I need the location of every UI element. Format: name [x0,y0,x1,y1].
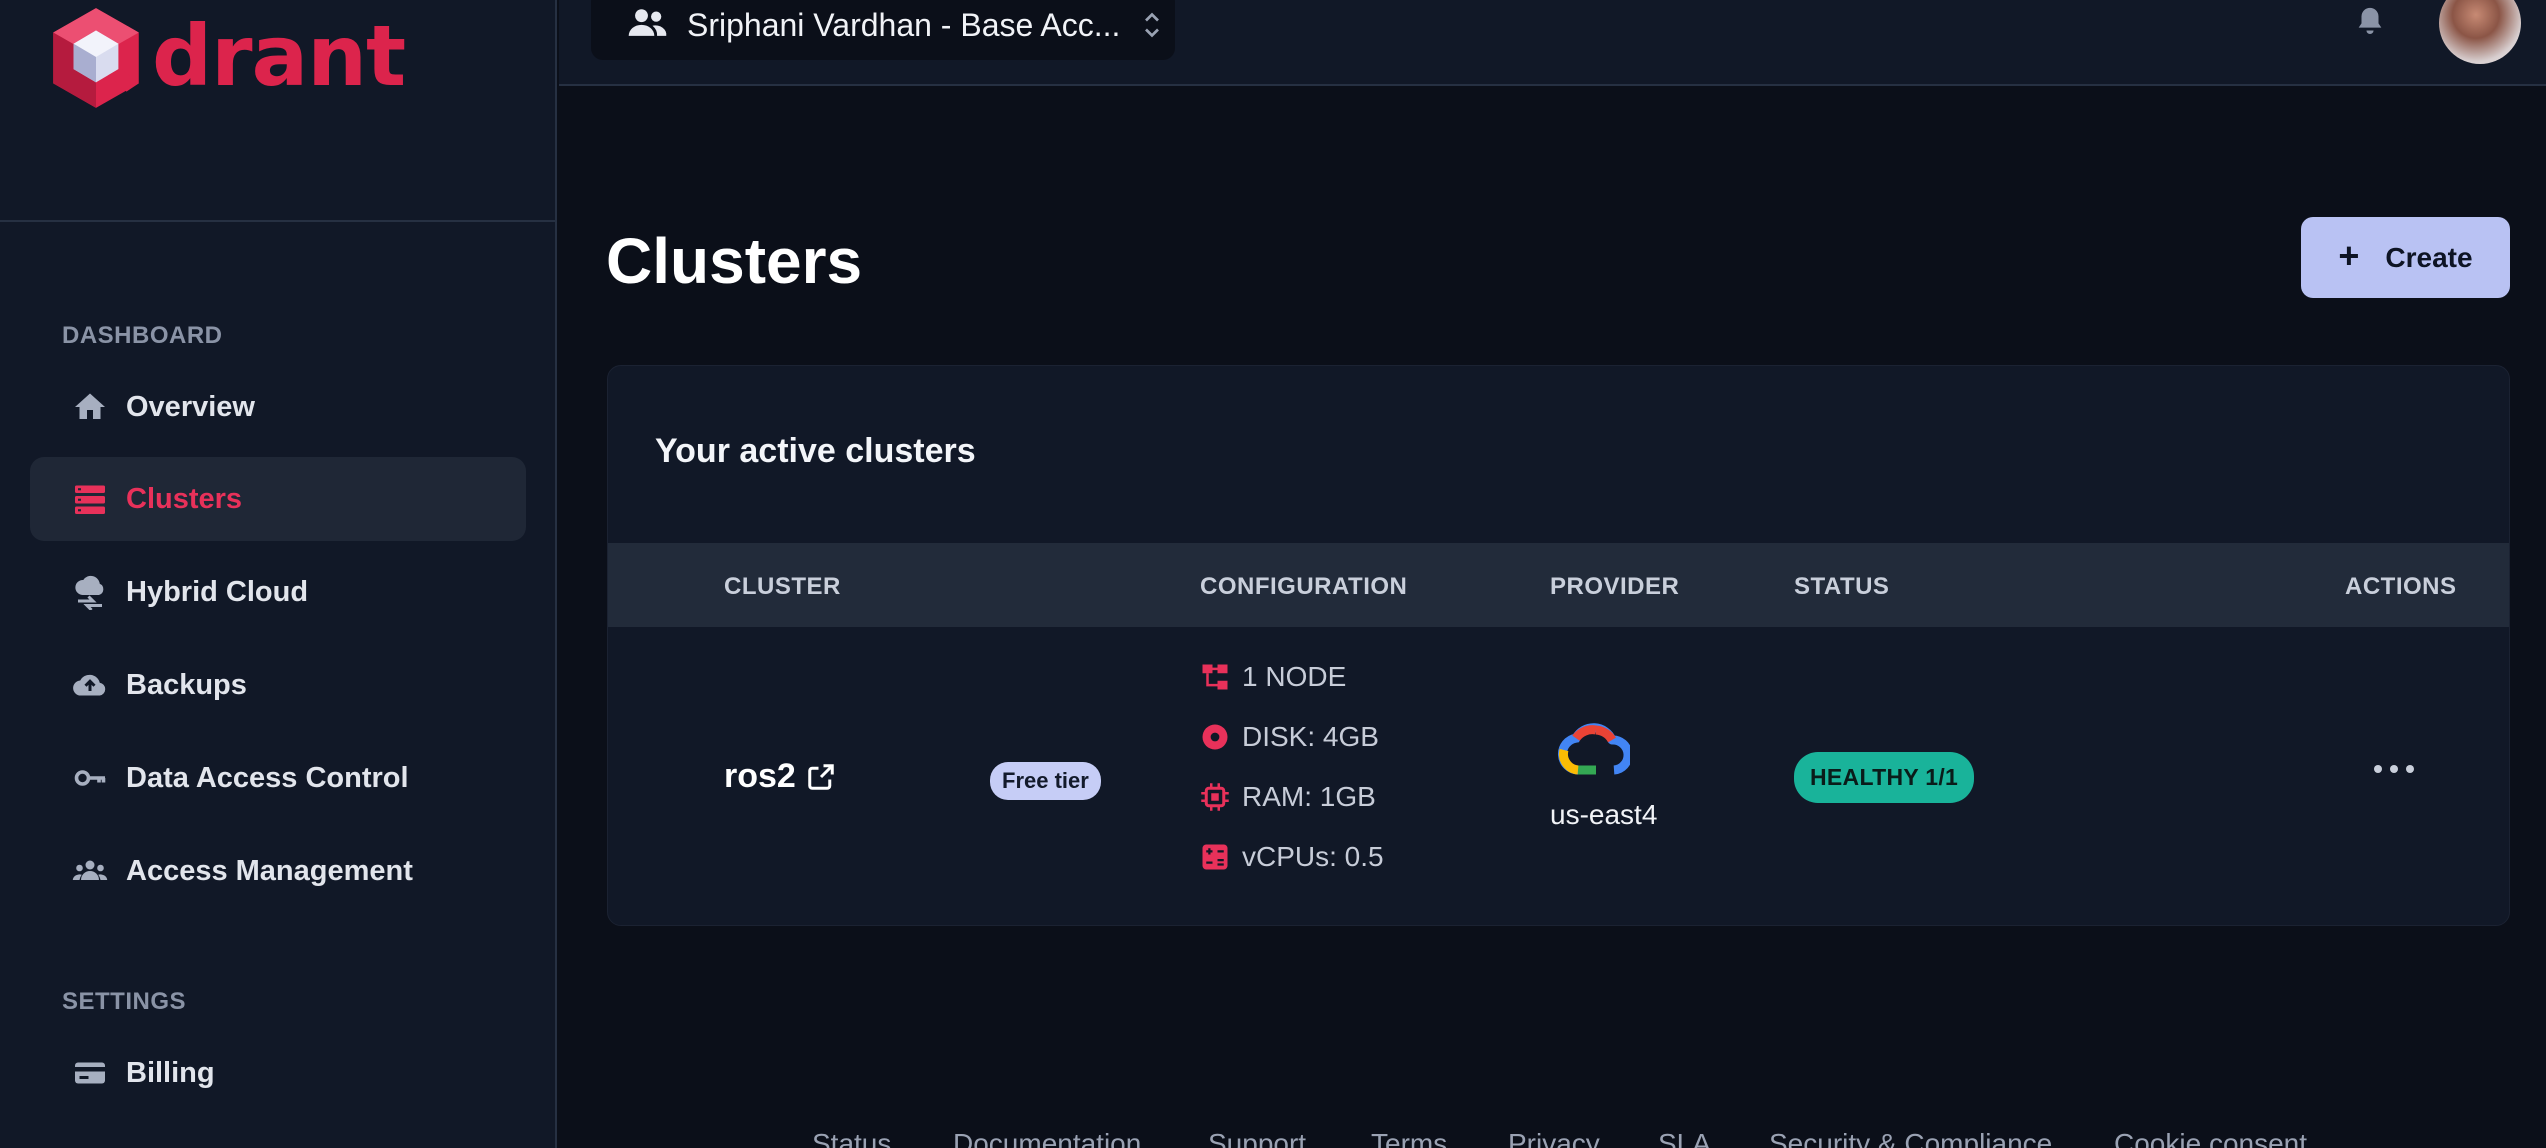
config-disk: DISK: 4GB [1200,721,1379,753]
clusters-icon [70,479,110,519]
column-header-status: STATUS [1794,573,1890,600]
account-name: Sriphani Vardhan - Base Acc... [687,6,1121,43]
top-bar: Sriphani Vardhan - Base Acc... [559,0,2546,86]
sidebar-item-overview[interactable]: Overview [30,365,526,449]
sidebar-item-label: Hybrid Cloud [126,575,309,608]
config-nodes: 1 NODE [1200,661,1346,693]
config-vcpus-text: vCPUs: 0.5 [1242,841,1384,872]
sidebar-divider [0,220,557,222]
column-header-configuration: CONFIGURATION [1200,573,1408,600]
row-actions-menu[interactable] [2374,757,2414,781]
external-link-icon [808,763,834,790]
table-header: CLUSTER CONFIGURATION PROVIDER STATUS AC… [608,543,2509,627]
config-disk-text: DISK: 4GB [1242,721,1379,752]
ellipsis-dot-icon [2390,765,2398,773]
cluster-name: ros2 [724,757,796,795]
sidebar-item-access-management[interactable]: Access Management [30,829,526,913]
config-nodes-text: 1 NODE [1242,661,1347,692]
brand-logo-text: drant [152,7,406,105]
sidebar-item-label: Clusters [126,482,243,515]
nav-section-dashboard: DASHBOARD [62,322,223,349]
updown-chevron-icon [1145,12,1159,38]
bell-icon[interactable] [2353,4,2387,40]
sidebar-item-label: Overview [126,390,255,423]
table-row: ros2 Free tier 1 NODE DISK: 4GB RAM: 1GB… [608,627,2509,925]
tier-badge: Free tier [990,762,1101,800]
sidebar-item-backups[interactable]: Backups [30,643,526,727]
config-vcpus: vCPUs: 0.5 [1200,841,1384,873]
cloud-upload-icon [70,665,110,705]
footer-link-status[interactable]: Status [812,1128,891,1148]
cluster-name-link[interactable]: ros2 [724,757,836,796]
users-icon [70,851,110,891]
config-ram: RAM: 1GB [1200,781,1376,813]
provider-region: us-east4 [1550,799,1658,830]
key-icon [70,758,110,798]
cpu-calc-icon [1202,844,1228,870]
disk-icon [1202,724,1228,750]
card-title: Your active clusters [655,432,976,470]
sidebar-item-label: Access Management [126,854,413,887]
sidebar-item-label: Backups [126,668,247,701]
memory-chip-icon [1201,783,1229,811]
sidebar-item-label: Data Access Control [126,761,409,794]
ellipsis-dot-icon [2374,765,2382,773]
nav-section-settings: SETTINGS [62,988,187,1015]
column-header-actions: ACTIONS [2345,573,2457,600]
avatar[interactable] [2439,0,2521,64]
sidebar-item-hybrid-cloud[interactable]: Hybrid Cloud [30,550,526,634]
google-cloud-icon [1557,723,1630,775]
create-button-label: Create [2385,241,2473,273]
footer-link-security-compliance[interactable]: Security & Compliance [1769,1128,2052,1148]
footer-link-cookie-consent[interactable]: Cookie consent [2114,1128,2307,1148]
sidebar-item-label: Billing [126,1056,215,1089]
footer-link-documentation[interactable]: Documentation [953,1128,1141,1148]
create-cluster-button[interactable]: + Create [2301,217,2510,298]
status-badge: HEALTHY 1/1 [1794,752,1975,803]
config-ram-text: RAM: 1GB [1242,781,1376,812]
sidebar-item-clusters[interactable]: Clusters [30,457,526,541]
page-title: Clusters [606,225,863,297]
qdrant-logo-icon [53,8,139,108]
nodes-icon [1202,664,1228,690]
footer-link-terms[interactable]: Terms [1371,1128,1447,1148]
footer-link-privacy[interactable]: Privacy [1508,1128,1600,1148]
people-icon [625,1,669,50]
sidebar-item-billing[interactable]: Billing [30,1031,526,1115]
brand-logo[interactable]: drant [44,4,406,116]
account-switcher[interactable]: Sriphani Vardhan - Base Acc... [591,0,1175,60]
active-clusters-card: Your active clusters CLUSTER CONFIGURATI… [607,365,2510,926]
plus-icon: + [2338,234,2360,276]
credit-card-icon [70,1053,110,1093]
column-header-cluster: CLUSTER [724,573,841,600]
sidebar-item-data-access-control[interactable]: Data Access Control [30,736,526,820]
home-icon [70,387,110,427]
hybrid-cloud-icon [70,572,110,612]
sidebar: drant DASHBOARD Overview Clusters Hybrid… [0,0,557,1148]
column-header-provider: PROVIDER [1550,573,1680,600]
footer-link-sla[interactable]: SLA [1658,1128,1711,1148]
ellipsis-dot-icon [2406,765,2414,773]
footer-link-support[interactable]: Support [1208,1128,1306,1148]
